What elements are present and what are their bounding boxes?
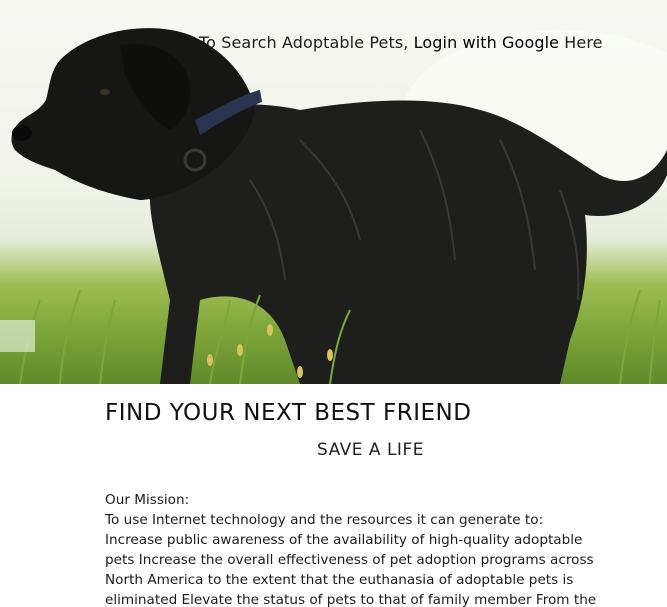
mission-title: Our Mission: <box>105 492 190 508</box>
dog-in-grass-image <box>11 28 667 384</box>
mission-section: Our Mission: To use Internet technology … <box>105 490 610 607</box>
mission-intro: To use Internet technology and the resou… <box>105 512 544 528</box>
hero-banner: To Search Adoptable Pets, Login with Goo… <box>0 0 667 384</box>
login-with-google-link[interactable]: Login with Google <box>414 33 559 52</box>
login-suffix-text: Here <box>559 33 603 52</box>
login-prefix-text: To Search Adoptable Pets, <box>199 33 414 52</box>
page-subheadline: SAVE A LIFE <box>317 440 424 460</box>
main-content: FIND YOUR NEXT BEST FRIEND SAVE A LIFE O… <box>105 400 605 607</box>
login-prompt: To Search Adoptable Pets, Login with Goo… <box>199 32 603 54</box>
page: To Search Adoptable Pets, Login with Goo… <box>0 0 667 607</box>
side-tab[interactable] <box>0 320 35 352</box>
page-headline: FIND YOUR NEXT BEST FRIEND <box>105 400 472 426</box>
mission-body: Increase public awareness of the availab… <box>105 532 597 607</box>
